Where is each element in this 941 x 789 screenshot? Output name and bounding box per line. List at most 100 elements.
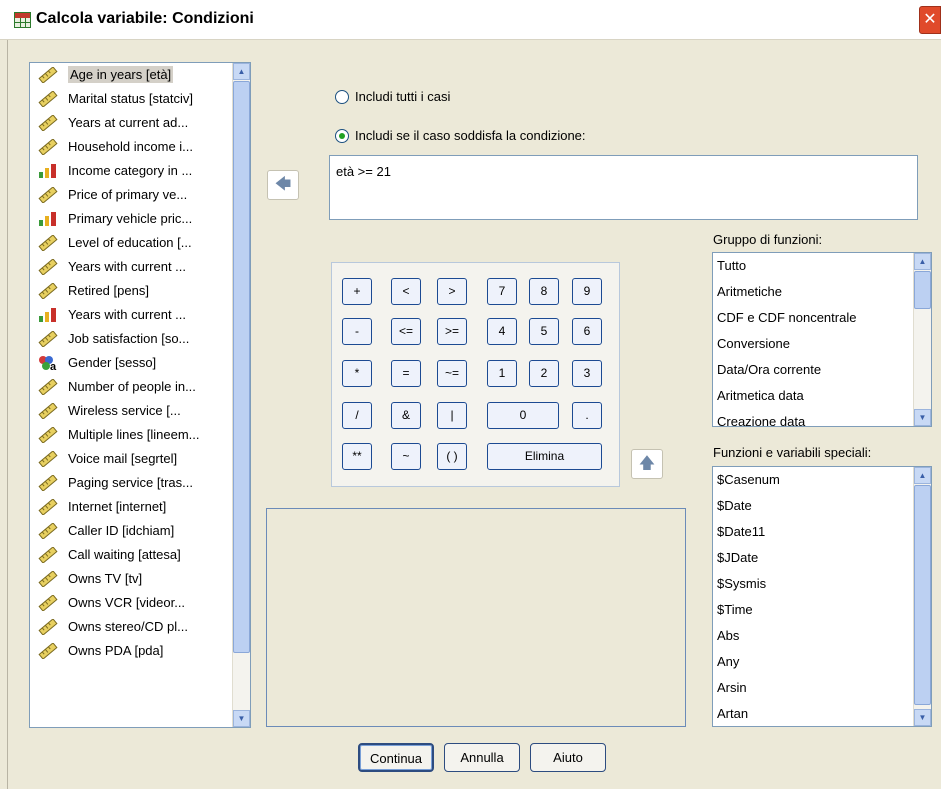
function-group-item[interactable]: Aritmetiche xyxy=(713,279,931,305)
scroll-down-icon[interactable]: ▼ xyxy=(914,409,931,426)
key-decimal[interactable]: . xyxy=(572,402,602,429)
key-or[interactable]: | xyxy=(437,402,467,429)
variable-list-item[interactable]: Wireless service [... xyxy=(30,399,250,423)
variable-list-item[interactable]: Call waiting [attesa] xyxy=(30,543,250,567)
key-not[interactable]: ~ xyxy=(391,443,421,470)
key-9[interactable]: 9 xyxy=(572,278,602,305)
key-less-equal[interactable]: <= xyxy=(391,318,421,345)
variable-list-item[interactable]: Income category in ... xyxy=(30,159,250,183)
variable-list-item[interactable]: Years with current ... xyxy=(30,303,250,327)
scroll-down-icon[interactable]: ▼ xyxy=(233,710,250,727)
variable-list-item[interactable]: Multiple lines [lineem... xyxy=(30,423,250,447)
function-group-item[interactable]: Tutto xyxy=(713,253,931,279)
key-1[interactable]: 1 xyxy=(487,360,517,387)
key-greater-equal[interactable]: >= xyxy=(437,318,467,345)
key-6[interactable]: 6 xyxy=(572,318,602,345)
variable-list-item[interactable]: Marital status [statciv] xyxy=(30,87,250,111)
function-item[interactable]: $Date11 xyxy=(713,519,931,545)
function-item[interactable]: Artan xyxy=(713,701,931,726)
help-button[interactable]: Aiuto xyxy=(530,743,606,772)
key-multiply[interactable]: * xyxy=(342,360,372,387)
function-group-list[interactable]: Tutto Aritmetiche CDF e CDF noncentrale Con… xyxy=(712,252,932,427)
function-group-item[interactable]: Aritmetica data xyxy=(713,383,931,409)
function-item[interactable]: $Sysmis xyxy=(713,571,931,597)
radio-circle[interactable] xyxy=(335,90,349,104)
variable-list-item[interactable]: Age in years [età] xyxy=(30,63,250,87)
key-2[interactable]: 2 xyxy=(529,360,559,387)
svg-text:a: a xyxy=(50,361,57,371)
scroll-down-icon[interactable]: ▼ xyxy=(914,709,931,726)
scroll-thumb[interactable] xyxy=(914,271,931,309)
variable-list[interactable]: Age in years [età] Marital status [statci… xyxy=(29,62,251,728)
key-divide[interactable]: / xyxy=(342,402,372,429)
variable-list-item[interactable]: Household income i... xyxy=(30,135,250,159)
variable-list-item[interactable]: Retired [pens] xyxy=(30,279,250,303)
scroll-up-icon[interactable]: ▲ xyxy=(914,467,931,484)
function-item[interactable]: $Time xyxy=(713,597,931,623)
cancel-button[interactable]: Annulla xyxy=(444,743,520,772)
function-item[interactable]: $JDate xyxy=(713,545,931,571)
variable-label: Call waiting [attesa] xyxy=(68,547,181,562)
variable-list-item[interactable]: Owns stereo/CD pl... xyxy=(30,615,250,639)
variable-list-scrollbar[interactable]: ▲ ▼ xyxy=(232,63,250,727)
variable-label: Number of people in... xyxy=(68,379,196,394)
continue-button[interactable]: Continua xyxy=(358,743,434,772)
scroll-thumb[interactable] xyxy=(233,81,250,653)
variable-list-item[interactable]: Years at current ad... xyxy=(30,111,250,135)
variable-label: Years with current ... xyxy=(68,307,187,322)
variable-list-item[interactable]: Internet [internet] xyxy=(30,495,250,519)
function-group-item[interactable]: Creazione data xyxy=(713,409,931,426)
variable-list-item[interactable]: Number of people in... xyxy=(30,375,250,399)
variable-list-item[interactable]: Years with current ... xyxy=(30,255,250,279)
key-3[interactable]: 3 xyxy=(572,360,602,387)
variable-list-item[interactable]: Paging service [tras... xyxy=(30,471,250,495)
key-8[interactable]: 8 xyxy=(529,278,559,305)
function-item[interactable]: Abs xyxy=(713,623,931,649)
key-less-than[interactable]: < xyxy=(391,278,421,305)
function-item[interactable]: Arsin xyxy=(713,675,931,701)
key-4[interactable]: 4 xyxy=(487,318,517,345)
radio-circle-selected[interactable] xyxy=(335,129,349,143)
variable-list-item[interactable]: Level of education [... xyxy=(30,231,250,255)
insert-function-button[interactable]: 🡅 xyxy=(631,449,663,479)
function-group-item[interactable]: Data/Ora corrente xyxy=(713,357,931,383)
variable-list-item[interactable]: Job satisfaction [so... xyxy=(30,327,250,351)
key-minus[interactable]: - xyxy=(342,318,372,345)
key-equals[interactable]: = xyxy=(391,360,421,387)
scroll-thumb[interactable] xyxy=(914,485,931,705)
function-group-scrollbar[interactable]: ▲ ▼ xyxy=(913,253,931,426)
functions-scrollbar[interactable]: ▲ ▼ xyxy=(913,467,931,726)
condition-expression-input[interactable]: età >= 21 xyxy=(329,155,918,220)
delete-button[interactable]: Elimina xyxy=(487,443,602,470)
key-7[interactable]: 7 xyxy=(487,278,517,305)
variable-list-item[interactable]: Owns TV [tv] xyxy=(30,567,250,591)
variable-list-item[interactable]: Primary vehicle pric... xyxy=(30,207,250,231)
scroll-up-icon[interactable]: ▲ xyxy=(914,253,931,270)
key-not-equal[interactable]: ~= xyxy=(437,360,467,387)
variable-list-item[interactable]: a Gender [sesso] xyxy=(30,351,250,375)
variable-list-item[interactable]: Caller ID [idchiam] xyxy=(30,519,250,543)
variable-list-item[interactable]: Owns VCR [videor... xyxy=(30,591,250,615)
function-group-item[interactable]: Conversione xyxy=(713,331,931,357)
close-icon[interactable]: ✕ xyxy=(919,6,941,34)
radio-include-all-label: Includi tutti i casi xyxy=(355,89,451,104)
variable-list-item[interactable]: Owns PDA [pda] xyxy=(30,639,250,663)
move-variable-button[interactable]: 🡄 xyxy=(267,170,299,200)
functions-list[interactable]: $Casenum $Date $Date11 $JDate $Sysmis $Time Ab… xyxy=(712,466,932,727)
scroll-up-icon[interactable]: ▲ xyxy=(233,63,250,80)
variable-list-item[interactable]: Voice mail [segrtel] xyxy=(30,447,250,471)
key-plus[interactable]: + xyxy=(342,278,372,305)
key-power[interactable]: ** xyxy=(342,443,372,470)
key-5[interactable]: 5 xyxy=(529,318,559,345)
key-greater-than[interactable]: > xyxy=(437,278,467,305)
function-item[interactable]: Any xyxy=(713,649,931,675)
ordinal-icon xyxy=(38,211,58,227)
key-and[interactable]: & xyxy=(391,402,421,429)
key-parentheses[interactable]: ( ) xyxy=(437,443,467,470)
function-item[interactable]: $Casenum xyxy=(713,467,931,493)
key-0[interactable]: 0 xyxy=(487,402,559,429)
function-group-item[interactable]: CDF e CDF noncentrale xyxy=(713,305,931,331)
nominal-string-icon: a xyxy=(38,355,58,373)
function-item[interactable]: $Date xyxy=(713,493,931,519)
variable-list-item[interactable]: Price of primary ve... xyxy=(30,183,250,207)
